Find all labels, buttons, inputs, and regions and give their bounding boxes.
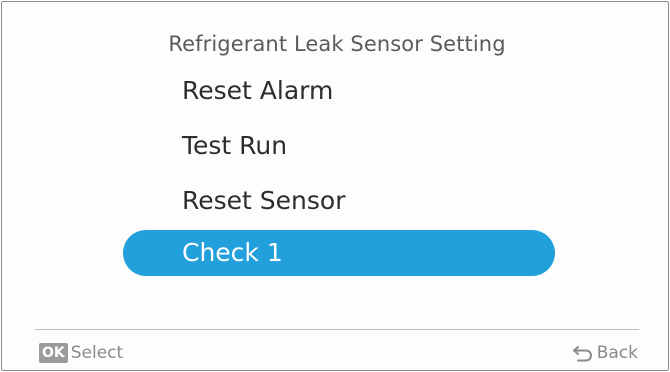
screen-title: Refrigerant Leak Sensor Setting bbox=[168, 32, 506, 56]
back-hint[interactable]: Back bbox=[572, 342, 638, 364]
select-label: Select bbox=[70, 343, 124, 363]
menu-item-reset-sensor[interactable]: Reset Sensor bbox=[182, 186, 345, 216]
footer-divider bbox=[35, 329, 639, 330]
menu-item-reset-alarm[interactable]: Reset Alarm bbox=[182, 76, 333, 106]
back-label: Back bbox=[596, 343, 638, 363]
menu-item-test-run[interactable]: Test Run bbox=[182, 131, 287, 161]
return-arrow-icon bbox=[572, 344, 594, 362]
ok-key-icon: OK bbox=[39, 343, 68, 363]
select-hint[interactable]: OK Select bbox=[39, 342, 123, 364]
menu-item-check-1[interactable]: Check 1 bbox=[182, 238, 283, 268]
screen-frame: Refrigerant Leak Sensor Setting Reset Al… bbox=[1, 1, 669, 371]
